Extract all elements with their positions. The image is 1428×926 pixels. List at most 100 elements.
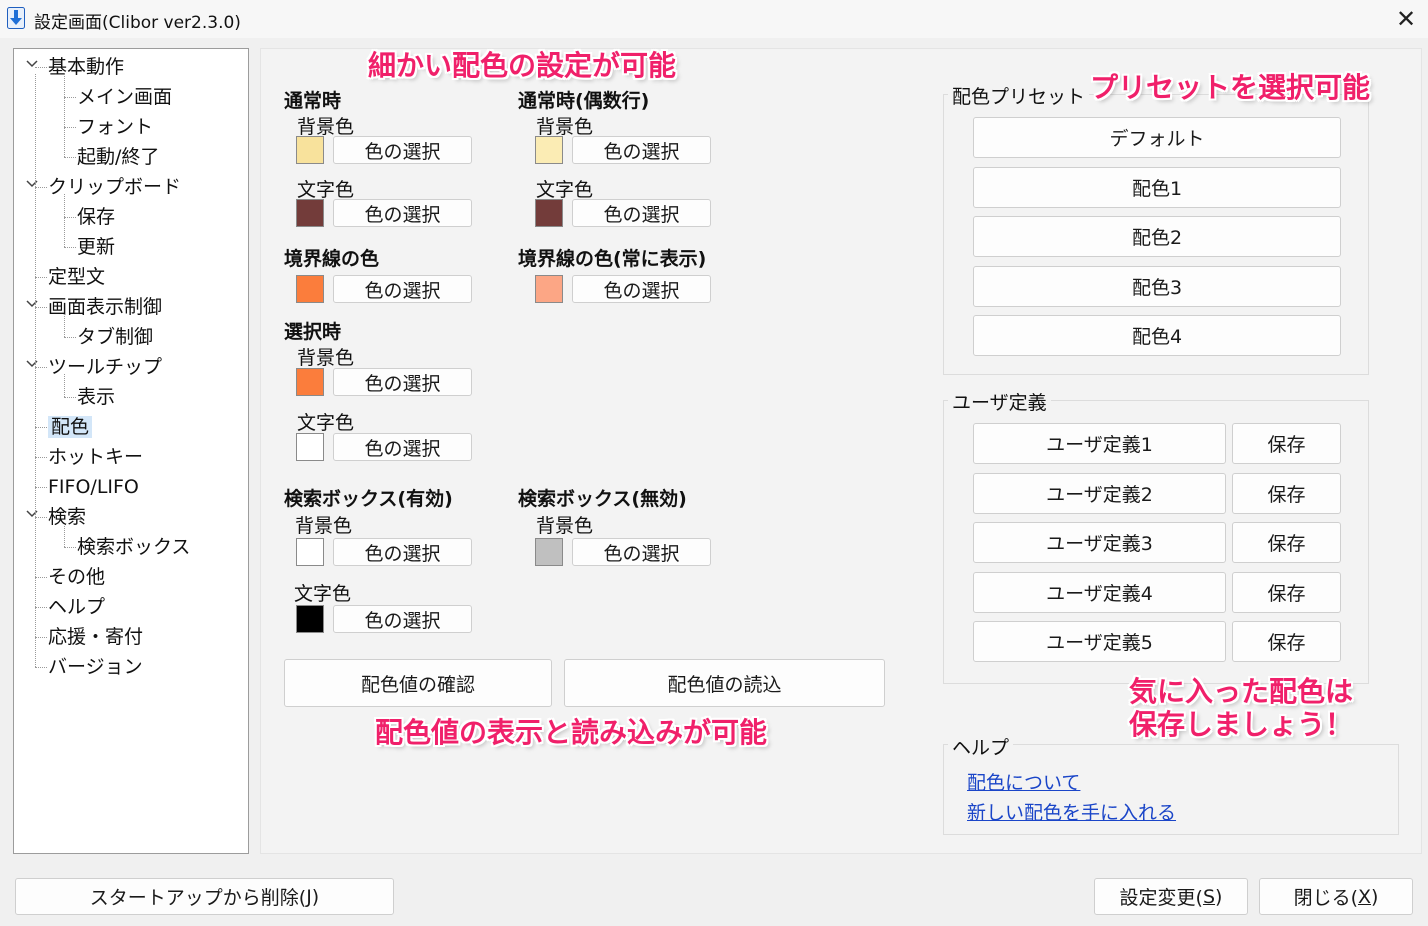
tree-item[interactable]: FIFO/LIFO (48, 474, 139, 500)
tree-item-label: 起動/終了 (77, 146, 160, 168)
annotation-save-favorite-1: 気に入った配色は (1129, 675, 1354, 708)
search-enabled-fg-label: 文字色 (294, 583, 352, 605)
tree-item[interactable]: 更新 (77, 234, 115, 260)
tree-item[interactable]: 応援・寄付 (48, 624, 143, 650)
tree-item[interactable]: 起動/終了 (77, 144, 159, 170)
tree-item-label: FIFO/LIFO (48, 476, 139, 498)
tree-item[interactable]: 基本動作 (48, 54, 124, 80)
tree-item-label: 画面表示制御 (48, 296, 163, 318)
selected-fg-label: 文字色 (297, 412, 355, 434)
user-defined-save-button[interactable]: 保存 (1232, 571, 1341, 613)
preset-button[interactable]: デフォルト (973, 117, 1341, 158)
close-window-button[interactable]: ✕ (1384, 0, 1428, 38)
user-defined-save-button[interactable]: 保存 (1232, 423, 1341, 464)
normal-bg-choose-button[interactable]: 色の選択 (333, 136, 472, 164)
normal-heading: 通常時 (284, 90, 342, 112)
window-title: 設定画面(Clibor ver2.3.0) (34, 13, 241, 33)
user-defined-button[interactable]: ユーザ定義2 (973, 472, 1226, 514)
tree-connector (35, 487, 47, 488)
user-defined-save-button[interactable]: 保存 (1232, 472, 1341, 514)
preset-button[interactable]: 配色4 (973, 315, 1341, 356)
apply-accesskey: S (1202, 885, 1216, 908)
normal-even-bg-label: 背景色 (536, 116, 594, 138)
border-always-choose-button[interactable]: 色の選択 (572, 275, 711, 303)
selected-heading: 選択時 (284, 321, 342, 343)
normal-even-bg-choose-button[interactable]: 色の選択 (572, 136, 711, 164)
user-defined-save-button[interactable]: 保存 (1232, 522, 1341, 563)
tree-item-label: タブ制御 (77, 326, 154, 348)
tree-item-label: その他 (48, 566, 106, 588)
search-disabled-bg-choose-button[interactable]: 色の選択 (572, 538, 711, 566)
preset-button[interactable]: 配色3 (973, 265, 1341, 307)
selected-fg-choose-button[interactable]: 色の選択 (333, 433, 472, 461)
preset-button[interactable]: 配色2 (973, 216, 1341, 257)
tree-item[interactable]: 保存 (77, 204, 115, 230)
search-enabled-bg-label: 背景色 (295, 515, 353, 537)
normal-fg-swatch (296, 199, 324, 227)
border-always-heading: 境界線の色(常に表示) (518, 248, 707, 270)
tree-item-label: 応援・寄付 (48, 626, 144, 648)
chevron-down-icon[interactable] (25, 57, 39, 75)
annotation-view-load: 配色値の表示と読み込みが可能 (375, 716, 768, 749)
preset-group-label: 配色プリセット (948, 82, 1090, 109)
border-heading: 境界線の色 (284, 248, 380, 270)
tree-item-label: クリップボード (48, 176, 182, 198)
tree-item[interactable]: タブ制御 (77, 324, 153, 350)
tree-child-spine (64, 74, 65, 157)
tree-item[interactable]: ツールチップ (48, 354, 162, 380)
preset-button[interactable]: 配色1 (973, 166, 1341, 208)
tree-connector (64, 127, 76, 128)
confirm-colors-button[interactable]: 配色値の確認 (284, 659, 552, 707)
tree-item[interactable]: メイン画面 (77, 84, 172, 110)
user-defined-button[interactable]: ユーザ定義1 (973, 423, 1226, 464)
chevron-down-icon[interactable] (25, 357, 39, 375)
tree-item[interactable]: ヘルプ (48, 594, 105, 620)
user-defined-button[interactable]: ユーザ定義5 (973, 621, 1226, 662)
tree-child-spine (64, 314, 65, 337)
search-disabled-heading: 検索ボックス(無効) (518, 488, 687, 510)
app-download-icon (7, 7, 25, 29)
annotation-preset-select: プリセットを選択可能 (1090, 71, 1371, 104)
tree-item-label: バージョン (48, 656, 143, 678)
load-colors-button[interactable]: 配色値の読込 (564, 659, 885, 707)
tree-item[interactable]: 検索 (48, 504, 86, 530)
tree-item[interactable]: クリップボード (48, 174, 181, 200)
chevron-down-icon[interactable] (25, 507, 39, 525)
tree-item[interactable]: バージョン (48, 654, 143, 680)
search-enabled-bg-choose-button[interactable]: 色の選択 (333, 538, 472, 566)
apply-settings-button[interactable]: 設定変更(S) (1094, 878, 1248, 915)
tree-item[interactable]: その他 (48, 564, 105, 590)
tree-item[interactable]: ホットキー (48, 444, 143, 470)
tree-item[interactable]: 表示 (77, 384, 115, 410)
tree-item[interactable]: 定型文 (48, 264, 105, 290)
chevron-down-icon[interactable] (25, 177, 39, 195)
tree-item[interactable]: 配色 (48, 414, 93, 440)
user-defined-button[interactable]: ユーザ定義3 (973, 522, 1226, 563)
normal-fg-choose-button[interactable]: 色の選択 (333, 199, 472, 227)
tree-connector (35, 637, 47, 638)
close-text: 閉じる( (1293, 887, 1358, 909)
close-dialog-button[interactable]: 閉じる(X) (1259, 878, 1413, 915)
normal-even-fg-choose-button[interactable]: 色の選択 (572, 199, 711, 227)
user-defined-button[interactable]: ユーザ定義4 (973, 571, 1226, 613)
tree-item[interactable]: 検索ボックス (77, 534, 190, 560)
remove-startup-button[interactable]: スタートアップから削除(J) (15, 878, 394, 915)
tree-connector (35, 607, 47, 608)
tree-item-label: ホットキー (48, 446, 144, 468)
tree-item-label: 保存 (77, 206, 116, 228)
selected-bg-swatch (296, 368, 324, 396)
tree-item-label: 定型文 (48, 266, 106, 288)
tree-item[interactable]: 画面表示制御 (48, 294, 162, 320)
user-defined-save-button[interactable]: 保存 (1232, 621, 1341, 662)
selected-bg-choose-button[interactable]: 色の選択 (333, 368, 472, 396)
help-link-about-colors[interactable]: 配色について (967, 768, 1080, 795)
user-defined-group-label: ユーザ定義 (948, 388, 1051, 415)
close-tail: ) (1371, 885, 1379, 908)
normal-even-bg-swatch (535, 136, 563, 164)
chevron-down-icon[interactable] (25, 297, 39, 315)
search-enabled-fg-choose-button[interactable]: 色の選択 (333, 605, 472, 633)
tree-connector (64, 217, 76, 218)
tree-item[interactable]: フォント (77, 114, 153, 140)
help-link-get-new-colors[interactable]: 新しい配色を手に入れる (967, 798, 1176, 825)
border-choose-button[interactable]: 色の選択 (333, 275, 472, 303)
